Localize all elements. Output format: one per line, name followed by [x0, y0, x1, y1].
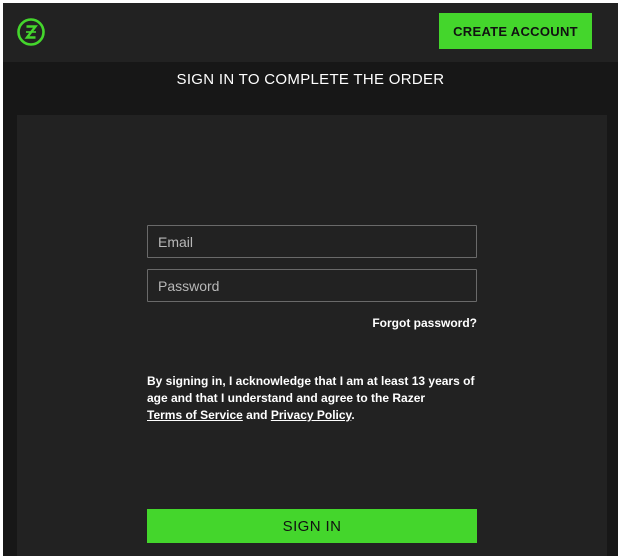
sign-in-button[interactable]: SIGN IN — [147, 509, 477, 543]
password-field[interactable] — [147, 269, 477, 302]
sign-in-panel: Forgot password? By signing in, I acknow… — [17, 115, 607, 556]
privacy-policy-link[interactable]: Privacy Policy — [271, 408, 352, 422]
disclaimer-text: By signing in, I acknowledge that I am a… — [147, 374, 475, 405]
terms-of-service-link[interactable]: Terms of Service — [147, 408, 243, 422]
create-account-button[interactable]: CREATE ACCOUNT — [439, 13, 592, 49]
email-field[interactable] — [147, 225, 477, 258]
page-title: SIGN IN TO COMPLETE THE ORDER — [176, 71, 445, 88]
top-bar: CREATE ACCOUNT — [3, 3, 618, 62]
and-text: and — [242, 408, 271, 422]
age-terms-disclaimer: By signing in, I acknowledge that I am a… — [147, 373, 487, 424]
razer-logo-icon[interactable] — [16, 17, 46, 47]
forgot-password-link[interactable]: Forgot password? — [317, 316, 477, 330]
app-frame: CREATE ACCOUNT SIGN IN TO COMPLETE THE O… — [3, 3, 618, 556]
period-text: . — [351, 408, 355, 422]
